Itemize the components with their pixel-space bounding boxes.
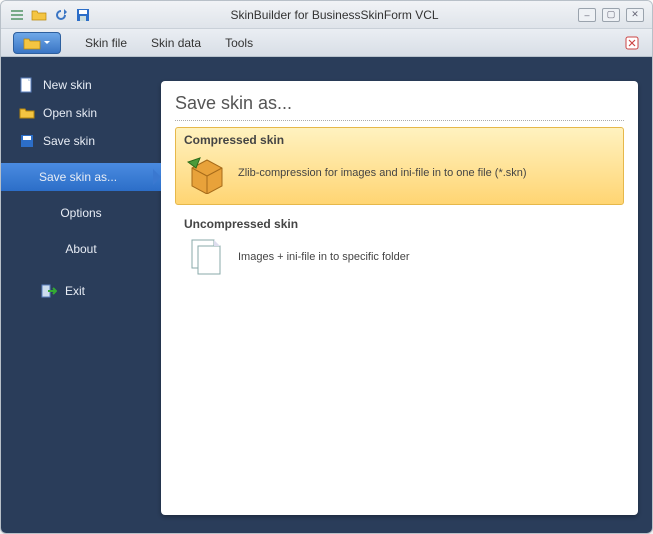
panel-title: Save skin as... — [175, 93, 624, 121]
sidebar-label: Exit — [65, 284, 85, 298]
sidebar-label: Options — [60, 206, 101, 220]
sidebar-label: Save skin as... — [39, 170, 117, 184]
sidebar-label: About — [65, 242, 96, 256]
option-compressed-skin[interactable]: Compressed skin Zlib-compression for ima… — [175, 127, 624, 205]
option-desc: Images + ini-file in to specific folder — [238, 251, 410, 263]
sidebar-item-exit[interactable]: Exit — [1, 277, 161, 305]
option-desc: Zlib-compression for images and ini-file… — [238, 167, 527, 179]
body: New skin Open skin Save skin Save skin a… — [1, 57, 652, 533]
sidebar-item-about[interactable]: About — [1, 235, 161, 263]
menubar: Skin file Skin data Tools — [1, 29, 652, 57]
package-icon — [186, 152, 228, 194]
sidebar-item-save-skin-as[interactable]: Save skin as... — [1, 163, 161, 191]
save-icon — [19, 133, 35, 149]
content-panel: Save skin as... Compressed skin Zlib-com… — [161, 81, 638, 515]
option-body: Images + ini-file in to specific folder — [176, 234, 623, 280]
chevron-down-icon — [43, 39, 51, 47]
app-window: SkinBuilder for BusinessSkinForm VCL – ▢… — [0, 0, 653, 534]
window-title: SkinBuilder for BusinessSkinForm VCL — [91, 8, 578, 22]
exit-icon — [41, 283, 57, 299]
sidebar-item-save-skin[interactable]: Save skin — [1, 127, 161, 155]
sidebar-label: New skin — [43, 78, 92, 92]
sidebar-item-open-skin[interactable]: Open skin — [1, 99, 161, 127]
menu-tools[interactable]: Tools — [225, 36, 253, 50]
folder-open-icon — [19, 105, 35, 121]
sidebar-label: Open skin — [43, 106, 97, 120]
sidebar-label: Save skin — [43, 134, 95, 148]
option-header: Compressed skin — [176, 128, 623, 150]
titlebar-quick-icons — [9, 7, 91, 23]
document-new-icon — [19, 77, 35, 93]
option-body: Zlib-compression for images and ini-file… — [176, 150, 623, 196]
option-header: Uncompressed skin — [176, 212, 623, 234]
close-button[interactable]: ✕ — [626, 8, 644, 22]
maximize-button[interactable]: ▢ — [602, 8, 620, 22]
minimize-button[interactable]: – — [578, 8, 596, 22]
refresh-icon[interactable] — [53, 7, 69, 23]
menu-skinfile[interactable]: Skin file — [85, 36, 127, 50]
titlebar: SkinBuilder for BusinessSkinForm VCL – ▢… — [1, 1, 652, 29]
folder-open-icon[interactable] — [31, 7, 47, 23]
menu-skindata[interactable]: Skin data — [151, 36, 201, 50]
window-controls: – ▢ ✕ — [578, 8, 644, 22]
help-icon[interactable] — [624, 35, 640, 51]
option-uncompressed-skin[interactable]: Uncompressed skin Images + ini-file in t… — [175, 211, 624, 289]
app-menu-button[interactable] — [13, 32, 61, 54]
save-icon[interactable] — [75, 7, 91, 23]
folder-app-icon — [23, 36, 41, 50]
sidebar-item-new-skin[interactable]: New skin — [1, 71, 161, 99]
documents-icon — [186, 236, 228, 278]
sidebar-item-options[interactable]: Options — [1, 199, 161, 227]
sidebar: New skin Open skin Save skin Save skin a… — [1, 67, 161, 515]
menu-icon[interactable] — [9, 7, 25, 23]
